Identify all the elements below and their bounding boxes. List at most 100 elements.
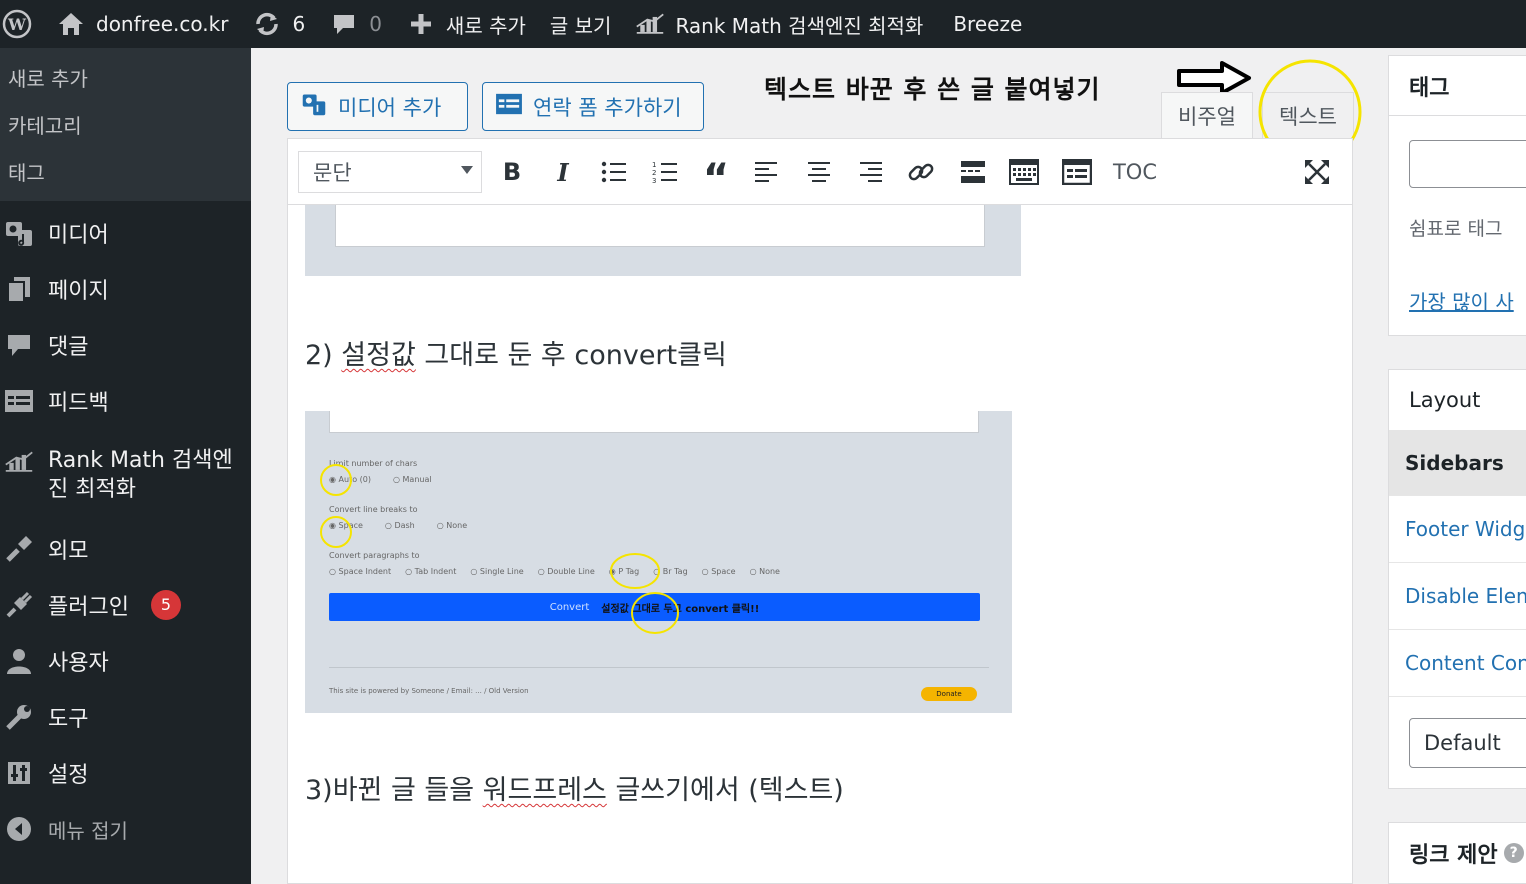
submenu-item-add-new[interactable]: 새로 추가 [0, 54, 251, 101]
rankmath-icon [635, 9, 665, 39]
comment-icon [329, 9, 359, 39]
align-right-icon [860, 162, 882, 182]
view-post-link[interactable]: 글 보기 [538, 0, 624, 48]
layout-item-sidebars[interactable]: Sidebars [1389, 430, 1526, 496]
sidebar-item-plugins[interactable]: 플러그인 5 [0, 577, 251, 633]
sidebar-item-tools[interactable]: 도구 [0, 689, 251, 745]
help-icon[interactable]: ? [1503, 843, 1524, 863]
rank-math-link[interactable]: Rank Math 검색엔진 최적화 [623, 0, 935, 48]
textarea-preview [335, 205, 985, 247]
layout-panel: Layout Sidebars Footer Widge Disable Ele… [1388, 369, 1526, 789]
submenu-item-tags[interactable]: 태그 [0, 148, 251, 195]
misspelled-word: 워드프레스 [482, 775, 607, 806]
sidebar-item-label: 페이지 [48, 279, 109, 304]
layout-panel-title: Layout [1409, 388, 1481, 412]
breeze-link[interactable]: Breeze [935, 0, 1034, 48]
form-icon [1062, 159, 1092, 185]
sidebar-item-media[interactable]: 미디어 [0, 205, 251, 261]
add-contact-form-label: 연락 폼 추가하기 [533, 95, 682, 120]
read-more-icon [961, 161, 985, 183]
collapse-menu-button[interactable]: 메뉴 접기 [0, 801, 251, 857]
numbered-list-button[interactable]: 123 [646, 153, 684, 191]
keyboard-icon [1009, 159, 1039, 185]
sidebar-item-comments[interactable]: 댓글 [0, 317, 251, 373]
editor-content[interactable]: 2) 설정값 그대로 둔 후 convert클릭 Limit number of… [288, 205, 1352, 884]
insert-link-button[interactable] [902, 153, 940, 191]
link-suggestions-label: 링크 제안 [1409, 843, 1498, 868]
link-suggestions-panel: 링크 제안 ? [1388, 822, 1526, 884]
sidebar-item-label: Rank Math 검색엔 진 최적화 [48, 446, 233, 504]
fullscreen-button[interactable] [1298, 153, 1336, 191]
align-left-icon [755, 162, 777, 182]
wp-logo-button[interactable]: W [0, 0, 44, 48]
embedded-screenshot-1 [305, 205, 1021, 276]
sidebar-item-appearance[interactable]: 외모 [0, 521, 251, 577]
plugin-update-badge: 5 [150, 590, 181, 620]
paragraph-step-3: 3)바뀐 글 들을 워드프레스 글쓰기에서 (텍스트) [305, 768, 844, 807]
layout-select[interactable]: Default [1409, 718, 1526, 768]
user-icon [4, 646, 34, 676]
wordpress-icon: W [2, 9, 32, 39]
toc-button[interactable]: TOC [1110, 153, 1160, 191]
sidebar-item-rank-math[interactable]: Rank Math 검색엔 진 최적화 [0, 429, 251, 521]
add-contact-form-button[interactable]: 연락 폼 추가하기 [482, 82, 704, 131]
quote-icon: “ [702, 156, 730, 202]
read-more-button[interactable] [954, 153, 992, 191]
bullet-list-button[interactable] [595, 153, 633, 191]
format-select-value: 문단 [313, 161, 352, 185]
sidebar-item-settings[interactable]: 설정 [0, 745, 251, 801]
layout-item-disable-elements[interactable]: Disable Elem [1389, 563, 1526, 630]
sidebar-item-users[interactable]: 사용자 [0, 633, 251, 689]
settings-icon [4, 758, 34, 788]
sidebar-item-feedback[interactable]: 피드백 [0, 373, 251, 429]
italic-button[interactable]: I [544, 153, 582, 191]
embedded-screenshot-2: Limit number of chars ◉ Auto (0) ○ Manua… [305, 411, 1012, 713]
admin-sidebar: 새로 추가 카테고리 태그 미디어 페이지 댓글 피드백 Rank Math 검… [0, 48, 251, 884]
updates-link[interactable]: 6 [240, 0, 317, 48]
view-post-label: 글 보기 [549, 13, 612, 38]
tags-input[interactable] [1409, 140, 1526, 188]
tags-panel-title: 태그 [1389, 56, 1526, 116]
tab-visual[interactable]: 비주얼 [1161, 92, 1253, 138]
step3-text: 글쓰기에서 (텍스트) [606, 775, 844, 806]
bold-button[interactable]: B [493, 153, 531, 191]
updates-count: 6 [292, 12, 306, 36]
svg-text:2: 2 [652, 169, 656, 177]
new-content-link[interactable]: 새로 추가 [394, 0, 538, 48]
sidebar-item-pages[interactable]: 페이지 [0, 261, 251, 317]
contact-form-button[interactable] [1058, 153, 1096, 191]
admin-menu: 미디어 페이지 댓글 피드백 Rank Math 검색엔 진 최적화 외모 플러그… [0, 201, 251, 857]
bullet-list-icon [601, 161, 626, 183]
most-used-tags-link[interactable]: 가장 많이 사 [1409, 286, 1514, 315]
editor-panel: 문단 B I 123 “ TOC 2) 설정값 그대로 둔 후 convert클… [287, 138, 1353, 884]
format-select[interactable]: 문단 [298, 151, 482, 193]
layout-select-value: Default [1424, 731, 1501, 755]
step2-text: 그대로 둔 후 convert클릭 [415, 340, 727, 371]
site-name-link[interactable]: donfree.co.kr [44, 0, 240, 48]
highlight-circles [320, 464, 679, 634]
comments-link[interactable]: 0 [317, 0, 394, 48]
rank-math-label-line2: 진 최적화 [48, 477, 136, 502]
link-icon [908, 163, 934, 181]
toolbar-toggle-button[interactable] [1005, 153, 1043, 191]
align-center-button[interactable] [800, 153, 838, 191]
appearance-icon [4, 534, 34, 564]
layout-item-footer-widgets[interactable]: Footer Widge [1389, 496, 1526, 563]
submenu-item-categories[interactable]: 카테고리 [0, 101, 251, 148]
align-left-button[interactable] [748, 153, 786, 191]
sidebar-item-label: 외모 [48, 539, 89, 564]
layout-item-content-container[interactable]: Content Con [1389, 630, 1526, 697]
page-icon [4, 274, 34, 304]
add-media-label: 미디어 추가 [338, 95, 442, 120]
editor-toolbar: 문단 B I 123 “ TOC [288, 139, 1352, 205]
svg-text:1: 1 [652, 161, 656, 169]
sidebar-item-label: 댓글 [48, 335, 89, 360]
add-media-button[interactable]: 미디어 추가 [287, 82, 468, 131]
tags-panel: 태그 쉼표로 태그 가장 많이 사 [1388, 55, 1526, 336]
sidebar-item-label: 도구 [48, 707, 89, 732]
toc-label: TOC [1112, 160, 1158, 184]
annotation-text: 텍스트 바꾼 후 쓴 글 붙여넣기 [764, 75, 1101, 104]
align-right-button[interactable] [851, 153, 889, 191]
sidebar-item-label: 플러그인 [48, 595, 129, 620]
blockquote-button[interactable]: “ [697, 153, 735, 199]
